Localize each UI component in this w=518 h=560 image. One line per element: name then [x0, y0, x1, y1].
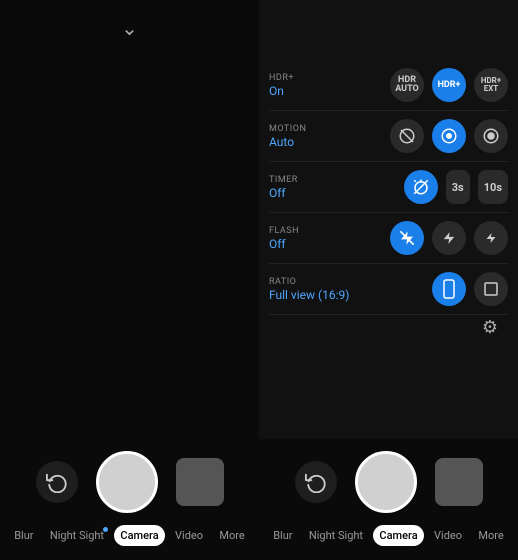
settings-gear-button[interactable]: ⚙	[482, 317, 498, 338]
ratio-key: RATIO	[269, 277, 349, 287]
hdr-plus-ext-btn[interactable]: HDR+EXT	[474, 68, 508, 102]
hdr-label-group: HDR+ On	[269, 73, 349, 98]
chevron-area[interactable]: ⌄	[121, 18, 138, 39]
right-gallery-button[interactable]	[435, 458, 483, 506]
ratio-row: RATIO Full view (16:9)	[269, 264, 508, 315]
flash-label-group: FLASH Off	[269, 226, 349, 251]
flash-value: Off	[269, 237, 349, 251]
timer-row: TIMER Off 3s 10s	[269, 162, 508, 213]
left-tab-bar: Blur Night Sight Camera Video More	[0, 521, 259, 554]
right-panel: HDR+ On HDRAUTO HDR+ HDR+EXT MOTION Auto	[259, 0, 518, 560]
ratio-full-btn[interactable]	[432, 272, 466, 306]
hdr-plus-btn[interactable]: HDR+	[432, 68, 466, 102]
flash-key: FLASH	[269, 226, 349, 236]
flash-on-btn[interactable]	[474, 221, 508, 255]
ratio-value: Full view (16:9)	[269, 288, 349, 302]
timer-value: Off	[269, 186, 349, 200]
left-panel: ⌄ Blur Night Sight Camera Video More	[0, 0, 259, 560]
motion-on-btn[interactable]	[474, 119, 508, 153]
right-bottom-bar: Blur Night Sight Camera Video More	[259, 439, 518, 560]
tab-video[interactable]: Video	[169, 525, 209, 546]
tab-blur[interactable]: Blur	[8, 525, 39, 546]
hdr-icons: HDRAUTO HDR+ HDR+EXT	[390, 68, 508, 102]
ratio-square-btn[interactable]	[474, 272, 508, 306]
right-tab-camera[interactable]: Camera	[373, 525, 423, 546]
timer-10s-btn[interactable]: 10s	[478, 170, 508, 204]
right-camera-controls	[259, 447, 518, 521]
flash-icons	[390, 221, 508, 255]
left-bottom-bar: Blur Night Sight Camera Video More	[0, 439, 259, 560]
motion-auto-btn[interactable]	[432, 119, 466, 153]
timer-3s-btn[interactable]: 3s	[446, 170, 470, 204]
timer-key: TIMER	[269, 175, 349, 185]
timer-label-group: TIMER Off	[269, 175, 349, 200]
flash-off-btn[interactable]	[390, 221, 424, 255]
tab-camera[interactable]: Camera	[114, 525, 164, 546]
right-tab-bar: Blur Night Sight Camera Video More	[259, 521, 518, 554]
right-tab-night-sight[interactable]: Night Sight	[303, 525, 369, 546]
hdr-row: HDR+ On HDRAUTO HDR+ HDR+EXT	[269, 60, 508, 111]
chevron-icon: ⌄	[121, 16, 138, 40]
hdr-value: On	[269, 84, 349, 98]
right-tab-more[interactable]: More	[472, 525, 509, 546]
gear-row: ⚙	[269, 315, 508, 342]
rotate-button[interactable]	[36, 461, 78, 503]
ratio-label-group: RATIO Full view (16:9)	[269, 277, 349, 302]
right-shutter-button[interactable]	[355, 451, 417, 513]
settings-panel: HDR+ On HDRAUTO HDR+ HDR+EXT MOTION Auto	[269, 60, 508, 342]
hdr-key: HDR+	[269, 73, 349, 83]
motion-label-group: MOTION Auto	[269, 124, 349, 149]
timer-icons: 3s 10s	[404, 170, 508, 204]
night-sight-dot	[103, 527, 108, 532]
motion-icons	[390, 119, 508, 153]
motion-off-btn[interactable]	[390, 119, 424, 153]
flash-row: FLASH Off	[269, 213, 508, 264]
left-camera-controls	[0, 447, 259, 521]
right-tab-video[interactable]: Video	[428, 525, 468, 546]
ratio-icons	[432, 272, 508, 306]
gallery-button[interactable]	[176, 458, 224, 506]
right-tab-blur[interactable]: Blur	[267, 525, 298, 546]
tab-night-sight[interactable]: Night Sight	[44, 525, 110, 546]
shutter-button[interactable]	[96, 451, 158, 513]
hdr-auto-btn[interactable]: HDRAUTO	[390, 68, 424, 102]
motion-value: Auto	[269, 135, 349, 149]
motion-row: MOTION Auto	[269, 111, 508, 162]
flash-auto-btn[interactable]	[432, 221, 466, 255]
tab-more[interactable]: More	[213, 525, 250, 546]
right-rotate-button[interactable]	[295, 461, 337, 503]
motion-key: MOTION	[269, 124, 349, 134]
timer-off-btn[interactable]	[404, 170, 438, 204]
